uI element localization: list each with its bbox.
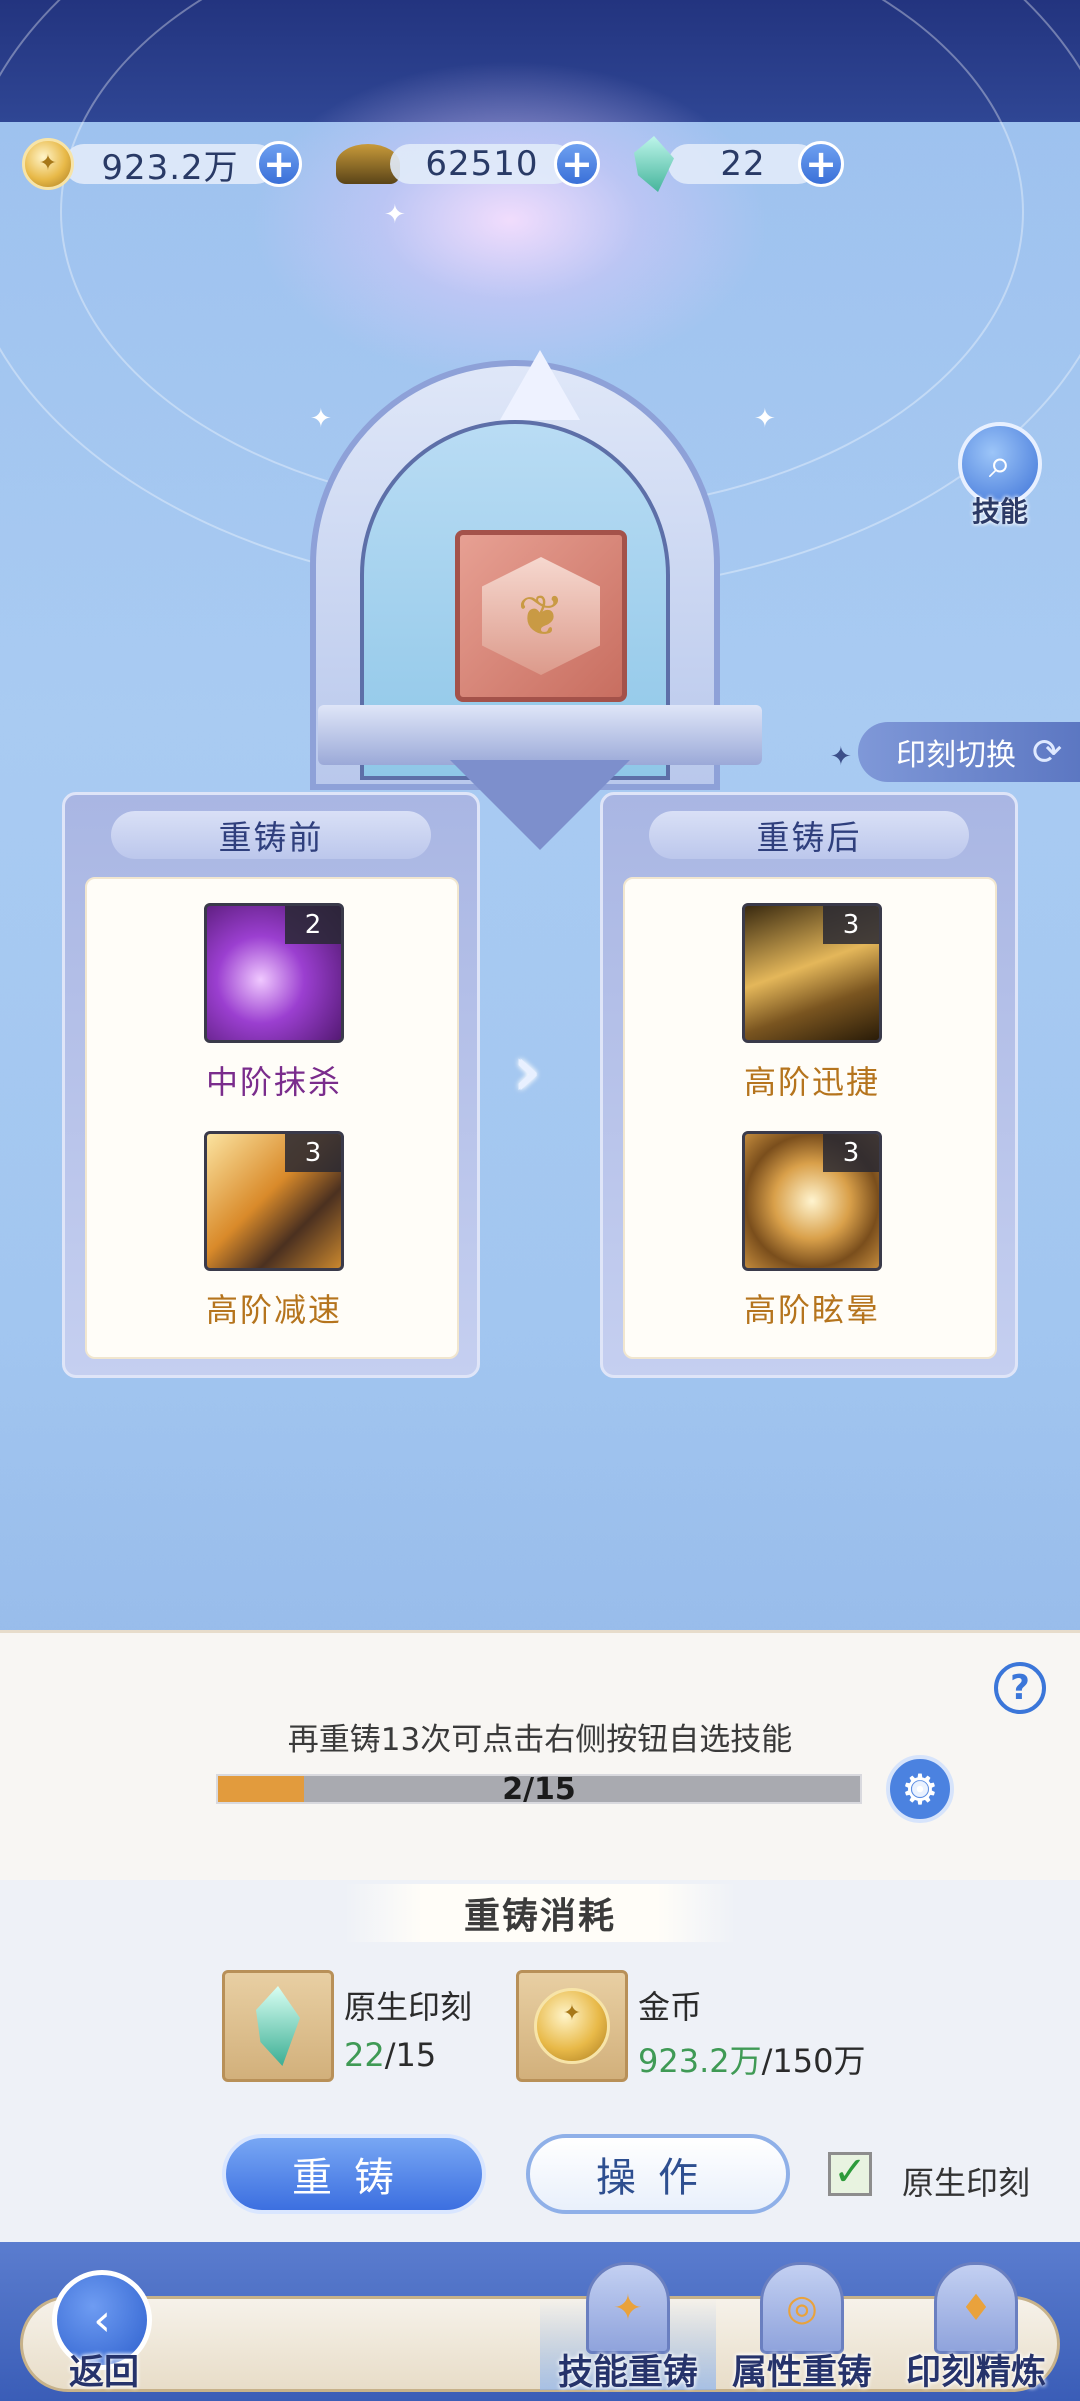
skill-search-label: 技能 (971, 495, 1028, 528)
add-ore-button[interactable]: + (554, 141, 600, 187)
reforge-button[interactable]: 重铸 (222, 2134, 486, 2214)
reforge-progress-bar: 2/15 (216, 1772, 862, 1807)
skill-icon-eliminate[interactable]: 2 (204, 903, 344, 1043)
skill-level: 2 (285, 906, 341, 944)
select-skill-button[interactable]: ⚙ (886, 1755, 954, 1823)
currency-value: 62510 (390, 144, 574, 184)
skill-icon-stun[interactable]: 3 (742, 1131, 882, 1271)
sparkle-icon: ✦ (754, 404, 776, 434)
native-imprint-label: 原生印刻 (902, 2164, 1031, 2202)
skill-name: 高阶减速 (205, 1291, 342, 1329)
skill-icon-slow[interactable]: 3 (204, 1131, 344, 1271)
cost-title: 重铸消耗 (344, 1884, 736, 1942)
crystal-icon (634, 136, 674, 192)
wing-crest-icon: ❦ (482, 557, 600, 675)
cost-item-count: 923.2万/150万 (638, 2036, 866, 2082)
add-crystal-button[interactable]: + (798, 141, 844, 187)
search-icon: ⌕ (988, 441, 1012, 487)
cost-need: /150万 (761, 2042, 866, 2080)
imprint-refine-tab-icon: ♦ (934, 2262, 1018, 2354)
cost-item-name: 金币 (638, 1988, 703, 2026)
cost-have: 22 (344, 2036, 385, 2074)
skill-icon-swift[interactable]: 3 (742, 903, 882, 1043)
panel-after-title: 重铸后 (649, 811, 969, 859)
gold-coin-icon (22, 138, 74, 190)
cost-item-count: 22/15 (344, 2036, 436, 2074)
cost-item-name: 原生印刻 (344, 1988, 473, 2026)
cost-need: /15 (384, 2036, 437, 2074)
imprint-switch-label: 印刻切换 (896, 738, 1016, 773)
gear-icon: ⚙ (901, 1764, 939, 1814)
tab-skill-reforge[interactable]: 技能重铸 (540, 2344, 716, 2395)
skill-name: 中阶抹杀 (205, 1063, 342, 1101)
currency-crystal: 22 + (634, 136, 844, 192)
panel-before: 重铸前 2 中阶抹杀 3 高阶减速 (62, 792, 480, 1378)
crystal-icon (222, 1970, 334, 2082)
checkmark-icon: ✓ (833, 2149, 867, 2195)
skill-level: 3 (823, 906, 879, 944)
gold-coin-icon (516, 1970, 628, 2082)
back-arrow-icon: ‹ (93, 2294, 111, 2346)
tab-imprint-refine[interactable]: 印刻精炼 (888, 2344, 1064, 2395)
panel-before-card: 2 中阶抹杀 3 高阶减速 (85, 877, 459, 1359)
panel-after: 重铸后 3 高阶迅捷 3 高阶眩晕 (600, 792, 1018, 1378)
tab-attribute-reforge[interactable]: 属性重铸 (714, 2344, 890, 2395)
sparkle-icon: ✦ (310, 404, 332, 434)
panel-after-card: 3 高阶迅捷 3 高阶眩晕 (623, 877, 997, 1359)
cost-have: 923.2万 (638, 2042, 762, 2080)
currency-value: 22 (668, 144, 818, 184)
native-imprint-checkbox[interactable]: ✓ (828, 2152, 872, 2196)
skill-name: 高阶迅捷 (743, 1063, 880, 1101)
imprint-emblem[interactable]: ❦ (455, 530, 627, 702)
shrine-base (318, 705, 762, 765)
help-button[interactable]: ? (994, 1662, 1046, 1714)
skill-level: 3 (823, 1134, 879, 1172)
imprint-switch-button[interactable]: 印刻切换 ⟳ (858, 722, 1080, 782)
operate-button[interactable]: 操作 (526, 2134, 790, 2214)
skill-name: 高阶眩晕 (743, 1291, 880, 1329)
question-icon: ? (1010, 1668, 1030, 1708)
back-label: 返回 (68, 2353, 139, 2393)
currency-ore: 62510 + (336, 136, 600, 192)
currency-value: 923.2万 (64, 144, 276, 188)
sparkle-icon: ✦ (384, 200, 406, 230)
panel-before-title: 重铸前 (111, 811, 431, 859)
progress-text: 2/15 (502, 1772, 576, 1807)
attribute-reforge-tab-icon: ◎ (760, 2262, 844, 2354)
skill-reforge-tab-icon: ✦ (586, 2262, 670, 2354)
currency-gold: 923.2万 + (22, 136, 302, 192)
skill-level: 3 (285, 1134, 341, 1172)
add-gold-button[interactable]: + (256, 141, 302, 187)
sparkle-icon: ✦ (830, 742, 852, 772)
refresh-icon: ⟳ (1032, 731, 1063, 773)
reforge-hint: 再重铸13次可点击右侧按钮自选技能 (287, 1722, 793, 1758)
